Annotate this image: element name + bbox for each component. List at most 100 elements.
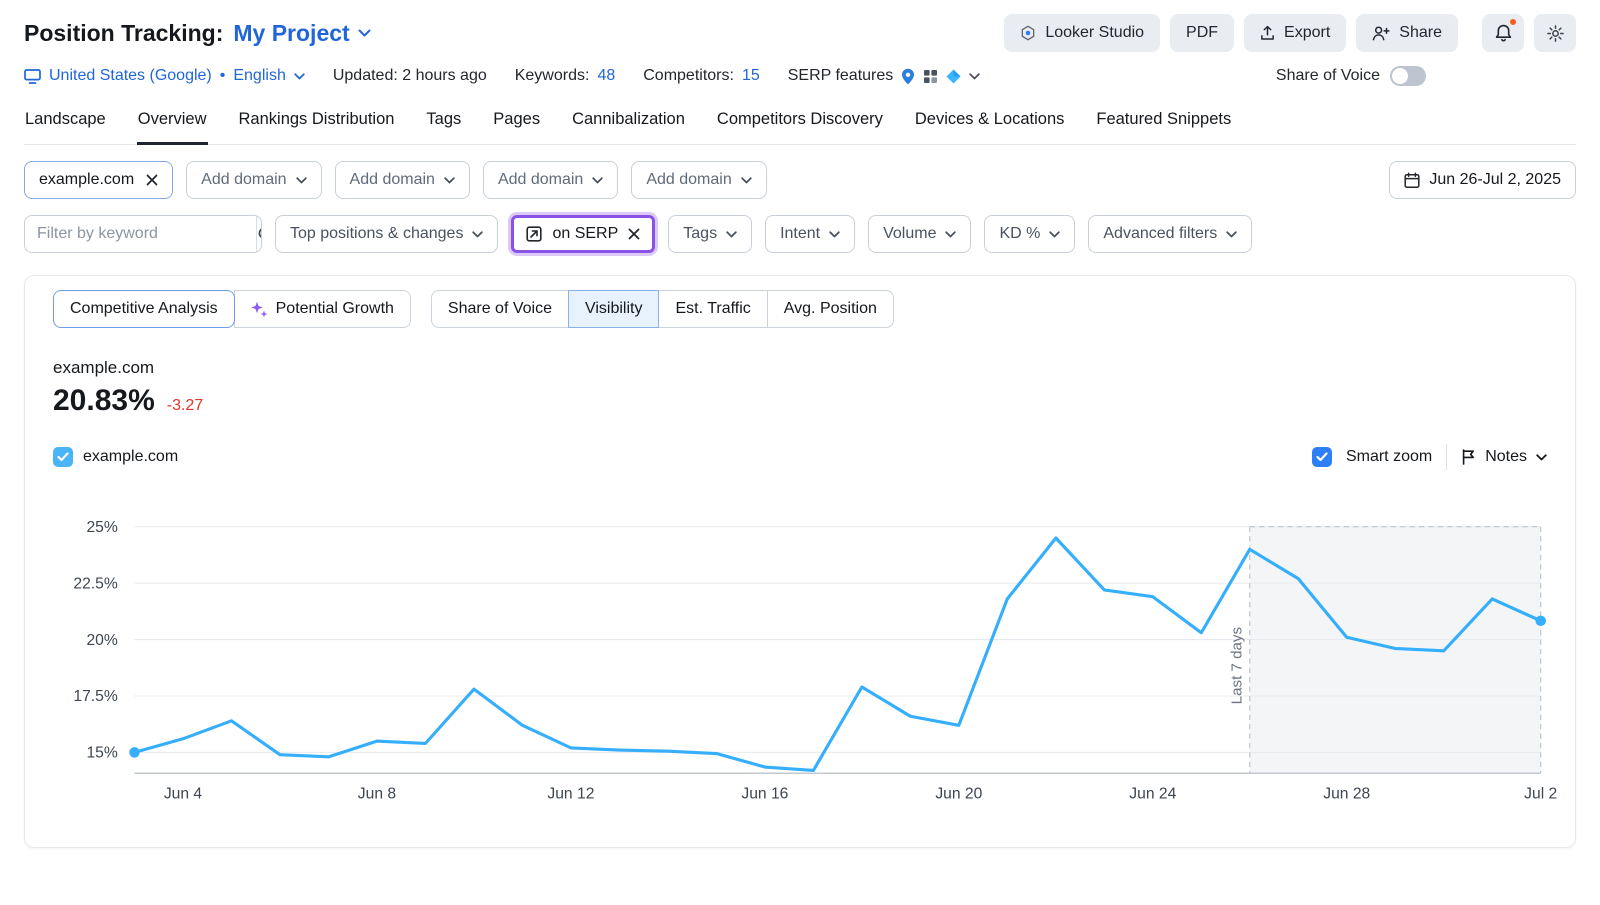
add-domain-label: Add domain: [350, 171, 435, 189]
top-positions-dropdown[interactable]: Top positions & changes: [275, 215, 498, 253]
date-range-picker[interactable]: Jun 26-Jul 2, 2025: [1389, 161, 1576, 199]
notes-label: Notes: [1485, 448, 1527, 466]
tab-rankings-distribution[interactable]: Rankings Distribution: [238, 98, 396, 145]
bullet-separator: •: [220, 67, 226, 85]
volume-dropdown[interactable]: Volume: [868, 215, 971, 253]
keyword-filter-row: Top positions & changes on SERP Tags Int…: [24, 215, 1576, 253]
tags-dropdown[interactable]: Tags: [668, 215, 752, 253]
competitive-analysis-label: Competitive Analysis: [70, 300, 218, 318]
export-button[interactable]: Export: [1244, 14, 1346, 52]
on-serp-label: on SERP: [552, 225, 618, 243]
keyword-filter-box: [24, 215, 262, 253]
keywords-count: Keywords: 48: [515, 67, 616, 85]
date-range-label: Jun 26-Jul 2, 2025: [1429, 171, 1561, 189]
visibility-chart[interactable]: 15%17.5%20%22.5%25%Last 7 daysJun 4Jun 8…: [53, 510, 1547, 807]
sparkles-icon: [251, 301, 268, 318]
looker-studio-button[interactable]: Looker Studio: [1004, 14, 1160, 52]
tab-featured-snippets[interactable]: Featured Snippets: [1095, 98, 1232, 145]
tab-avg-position[interactable]: Avg. Position: [767, 290, 894, 328]
keywords-value[interactable]: 48: [597, 67, 615, 85]
notes-dropdown[interactable]: Notes: [1461, 448, 1547, 466]
domain-filter-chip[interactable]: example.com: [24, 161, 173, 199]
tab-est-traffic[interactable]: Est. Traffic: [658, 290, 767, 328]
location-language-selector[interactable]: United States (Google) • English: [24, 67, 305, 85]
pdf-button[interactable]: PDF: [1170, 14, 1234, 52]
advanced-filters-label: Advanced filters: [1103, 225, 1217, 243]
settings-button[interactable]: [1534, 14, 1576, 52]
add-domain-dropdown-4[interactable]: Add domain: [631, 161, 766, 199]
advanced-filters-dropdown[interactable]: Advanced filters: [1088, 215, 1252, 253]
bell-icon: [1495, 24, 1512, 42]
tab-competitive-analysis[interactable]: Competitive Analysis: [53, 290, 235, 328]
tab-visibility[interactable]: Visibility: [568, 290, 660, 328]
tab-tags[interactable]: Tags: [425, 98, 462, 145]
header: Position Tracking: My Project Looker Stu…: [24, 0, 1576, 56]
kd-dropdown[interactable]: KD %: [984, 215, 1075, 253]
tab-competitors-discovery[interactable]: Competitors Discovery: [716, 98, 884, 145]
overview-card: Competitive Analysis Potential Growth Sh…: [24, 275, 1576, 848]
chart-area: 15%17.5%20%22.5%25%Last 7 daysJun 4Jun 8…: [25, 510, 1575, 807]
share-of-voice-tab-label: Share of Voice: [448, 300, 552, 318]
add-domain-label: Add domain: [646, 171, 731, 189]
smart-zoom-checkbox[interactable]: [1312, 447, 1332, 467]
competitors-count: Competitors: 15: [643, 67, 760, 85]
svg-text:Jun 8: Jun 8: [358, 785, 397, 802]
intent-label: Intent: [780, 225, 820, 243]
share-button[interactable]: Share: [1356, 14, 1458, 52]
chevron-down-icon: [1226, 231, 1237, 238]
metric-tab-group: Share of Voice Visibility Est. Traffic A…: [431, 290, 894, 328]
svg-text:20%: 20%: [86, 632, 117, 649]
analysis-tab-group: Competitive Analysis Potential Growth: [53, 290, 411, 328]
pdf-label: PDF: [1186, 24, 1218, 42]
chevron-down-icon: [945, 231, 956, 238]
smart-zoom-label: Smart zoom: [1346, 448, 1432, 466]
intent-dropdown[interactable]: Intent: [765, 215, 855, 253]
serp-diamond-icon: [946, 69, 961, 84]
add-domain-dropdown-3[interactable]: Add domain: [483, 161, 618, 199]
share-of-voice-toggle[interactable]: [1390, 66, 1426, 86]
tab-potential-growth[interactable]: Potential Growth: [234, 290, 411, 328]
tab-cannibalization[interactable]: Cannibalization: [571, 98, 686, 145]
looker-studio-label: Looker Studio: [1045, 24, 1144, 42]
on-serp-filter-chip[interactable]: on SERP: [511, 215, 655, 253]
chevron-down-icon: [358, 29, 371, 37]
svg-text:22.5%: 22.5%: [73, 575, 117, 592]
serp-features-label: SERP features: [788, 67, 894, 85]
tab-devices-locations[interactable]: Devices & Locations: [914, 98, 1066, 145]
add-domain-dropdown-1[interactable]: Add domain: [186, 161, 321, 199]
remove-serp-filter-icon[interactable]: [628, 228, 640, 240]
competitors-value[interactable]: 15: [742, 67, 760, 85]
serp-features-selector[interactable]: SERP features: [788, 67, 981, 85]
keyword-filter-input[interactable]: [25, 216, 256, 252]
notification-badge: [1508, 17, 1518, 27]
chevron-down-icon: [296, 177, 307, 184]
legend-checkbox[interactable]: [53, 447, 73, 467]
notifications-button[interactable]: [1482, 14, 1524, 52]
looker-studio-icon: [1020, 25, 1036, 41]
add-domain-dropdown-2[interactable]: Add domain: [335, 161, 470, 199]
search-icon[interactable]: [256, 216, 262, 252]
est-traffic-tab-label: Est. Traffic: [675, 300, 750, 318]
chevron-down-icon: [969, 73, 980, 80]
tab-landscape[interactable]: Landscape: [24, 98, 107, 145]
header-actions: Looker Studio PDF Export Share: [1004, 14, 1576, 52]
visibility-tab-label: Visibility: [585, 300, 643, 318]
kd-label: KD %: [999, 225, 1040, 243]
location-label: United States (Google): [49, 67, 212, 85]
remove-domain-icon[interactable]: [146, 174, 158, 186]
svg-text:Jun 12: Jun 12: [547, 785, 594, 802]
svg-text:Jun 4: Jun 4: [164, 785, 203, 802]
tab-overview[interactable]: Overview: [137, 98, 208, 145]
serp-grid-icon: [923, 69, 938, 84]
add-domain-label: Add domain: [498, 171, 583, 189]
upload-icon: [1260, 25, 1275, 41]
project-selector[interactable]: My Project: [233, 20, 370, 47]
svg-text:Jul 2: Jul 2: [1524, 785, 1557, 802]
add-domain-label: Add domain: [201, 171, 286, 189]
chevron-down-icon: [444, 177, 455, 184]
tab-share-of-voice[interactable]: Share of Voice: [431, 290, 569, 328]
tab-pages[interactable]: Pages: [492, 98, 541, 145]
calendar-icon: [1404, 172, 1420, 189]
svg-text:Jun 20: Jun 20: [935, 785, 982, 802]
avg-position-tab-label: Avg. Position: [784, 300, 877, 318]
